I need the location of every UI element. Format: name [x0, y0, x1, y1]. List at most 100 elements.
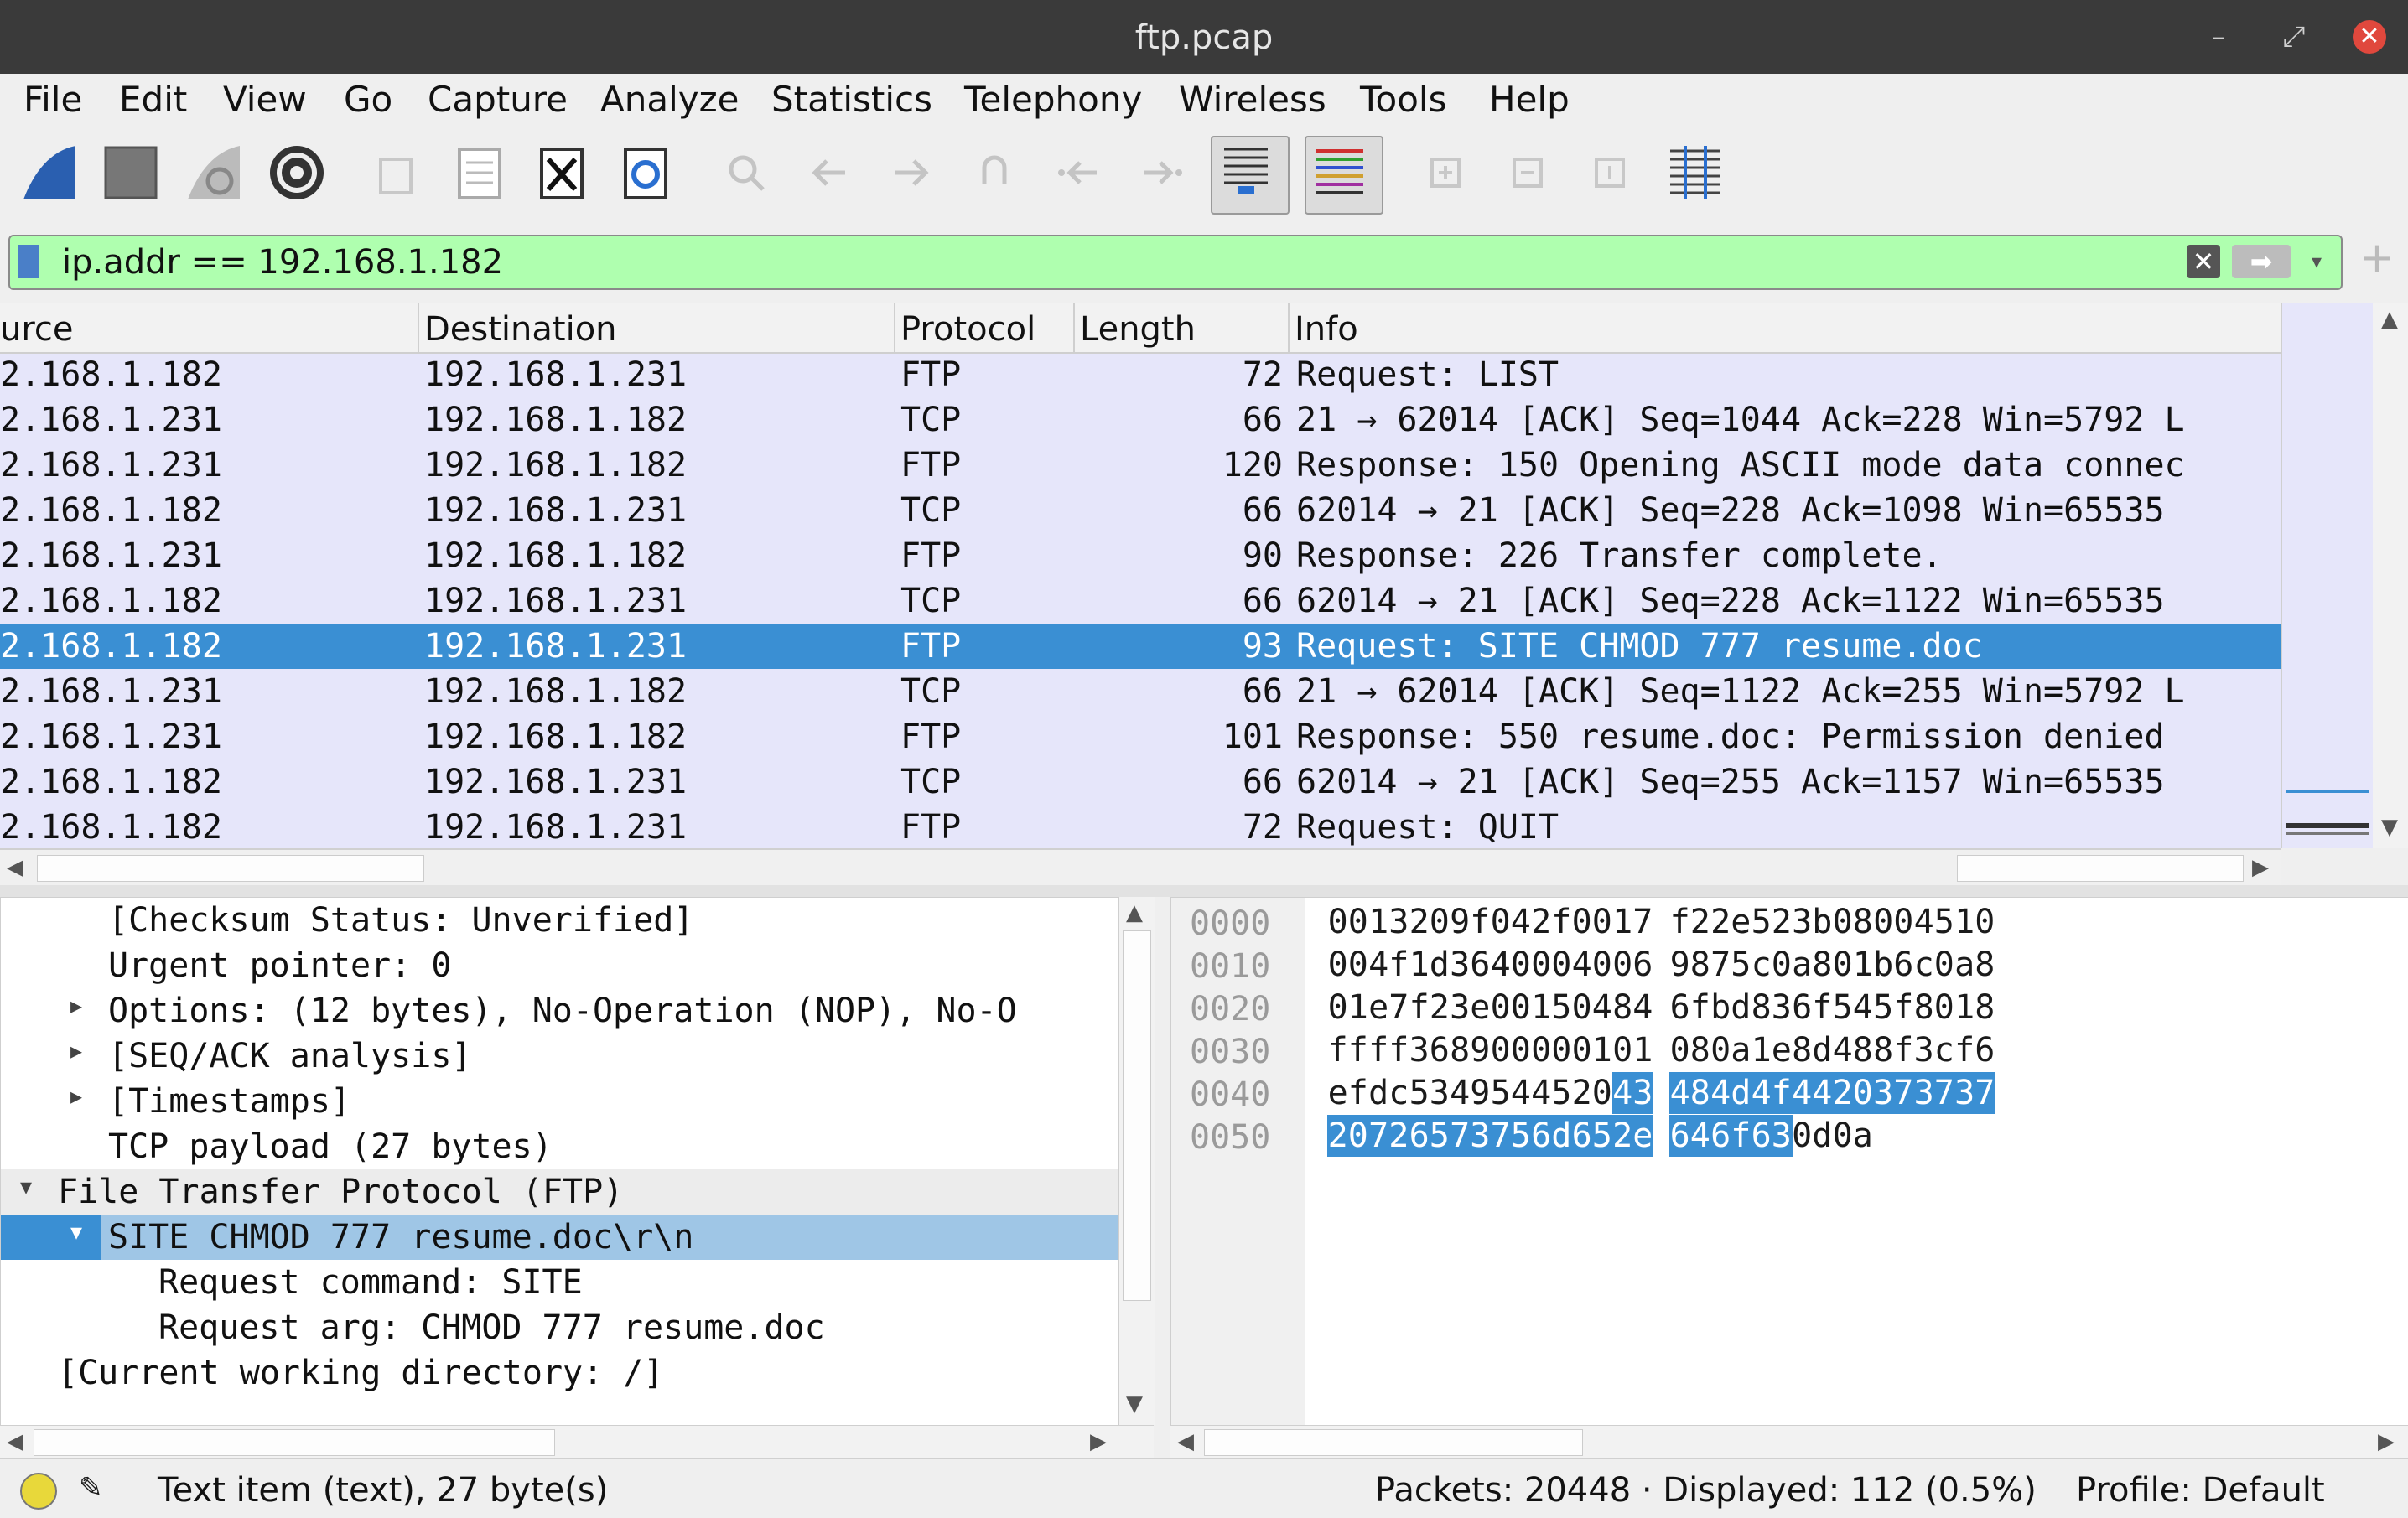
packet-row[interactable]: 2.168.1.182 192.168.1.231 TCP 66 62014 → 21 … [0, 578, 2281, 624]
auto-scroll-icon[interactable] [1211, 136, 1290, 215]
hex-byte[interactable]: 3b [1792, 901, 1834, 943]
start-capture-icon[interactable] [17, 139, 84, 206]
detail-ftp-request-line[interactable]: ▾ SITE CHMOD 777 resume.doc\r\n [1, 1215, 1119, 1260]
hex-byte[interactable]: 83 [1751, 987, 1793, 1028]
hex-byte[interactable]: c0 [1913, 944, 1955, 986]
hex-byte[interactable]: 48 [1832, 1029, 1874, 1071]
hex-byte[interactable]: 10 [1954, 901, 1996, 943]
hex-byte[interactable]: 13 [1368, 901, 1410, 943]
hex-byte[interactable]: 00 [1490, 987, 1532, 1028]
zoom-in-icon[interactable] [1412, 139, 1479, 206]
detail-timestamps[interactable]: ▸ [Timestamps] [1, 1079, 1119, 1124]
add-filter-button-plus-icon[interactable]: + [2356, 236, 2398, 278]
hex-byte[interactable]: 6f [1669, 987, 1711, 1028]
hex-byte[interactable]: a8 [1792, 944, 1834, 986]
hex-byte[interactable]: 80 [1913, 987, 1955, 1028]
menu-capture[interactable]: Capture [428, 79, 568, 120]
hex-byte[interactable]: 37 [1913, 1072, 1955, 1114]
last-packet-icon[interactable] [1129, 139, 1196, 206]
hex-byte[interactable]: 08 [1669, 1029, 1711, 1071]
hex-byte[interactable]: 2e [1611, 1115, 1653, 1157]
hex-byte[interactable]: 73 [1449, 1115, 1491, 1157]
hex-byte[interactable]: 4d [1710, 1072, 1752, 1114]
hex-byte[interactable]: bd [1710, 987, 1752, 1028]
details-vertical-scrollbar[interactable]: ▲ ▼ [1118, 897, 1155, 1425]
status-profile[interactable]: Profile: Default [2076, 1471, 2325, 1510]
hex-byte[interactable]: 75 [1490, 1115, 1532, 1157]
hex-byte[interactable]: f6 [1954, 1029, 1996, 1071]
hex-byte[interactable]: 3e [1450, 987, 1492, 1028]
clear-filter-icon[interactable]: ✕ [2187, 245, 2220, 278]
detail-options[interactable]: ▸ Options: (12 bytes), No-Operation (NOP)… [1, 988, 1119, 1034]
hex-byte[interactable]: 20 [1409, 901, 1451, 943]
hex-byte[interactable]: 00 [1873, 901, 1915, 943]
pane-splitter[interactable] [0, 885, 2408, 897]
packet-row[interactable]: 2.168.1.231 192.168.1.182 FTP 120 Response: … [0, 443, 2281, 488]
hex-byte[interactable]: 20 [1571, 1072, 1613, 1114]
detail-tcp-payload[interactable]: TCP payload (27 bytes) [1, 1124, 1119, 1169]
go-forward-icon[interactable] [877, 139, 944, 206]
hex-byte[interactable]: 64 [1669, 1115, 1711, 1157]
packet-row[interactable]: 2.168.1.182 192.168.1.231 TCP 66 62014 → 21 … [0, 488, 2281, 533]
packet-list-horizontal-scrollbar[interactable]: ◀ ▶ [0, 848, 2281, 887]
hex-byte[interactable]: 37 [1954, 1072, 1995, 1114]
zoom-out-icon[interactable] [1494, 139, 1561, 206]
packet-minimap[interactable] [2281, 303, 2374, 848]
detail-current-working-directory[interactable]: [Current working directory: /] [1, 1350, 1119, 1396]
hex-byte[interactable]: 00 [1327, 901, 1369, 943]
hex-byte[interactable]: 6f [1792, 987, 1834, 1028]
hex-byte[interactable]: 98 [1669, 944, 1711, 986]
expert-info-indicator-icon[interactable] [20, 1473, 57, 1510]
hex-byte[interactable]: ff [1327, 1029, 1369, 1071]
menu-file[interactable]: File [23, 79, 82, 120]
normal-size-icon[interactable] [1576, 139, 1643, 206]
packet-row[interactable]: 2.168.1.182 192.168.1.231 FTP 93 Request: SI… [0, 624, 2281, 669]
packet-row[interactable]: 2.168.1.231 192.168.1.182 FTP 101 Response: … [0, 714, 2281, 759]
hex-byte[interactable]: 63 [1751, 1115, 1793, 1157]
detail-request-command[interactable]: Request command: SITE [1, 1260, 1119, 1305]
hex-byte[interactable]: 37 [1872, 1072, 1914, 1114]
column-header-protocol[interactable]: Protocol [900, 310, 1035, 349]
column-header-source[interactable]: urce [0, 310, 74, 349]
hex-byte[interactable]: 6d [1530, 1115, 1572, 1157]
hex-byte[interactable]: 00 [1531, 1029, 1573, 1071]
expand-arrow-icon[interactable]: ▸ [60, 992, 93, 1019]
hex-byte[interactable]: 40 [1571, 944, 1613, 986]
hex-byte[interactable]: 04 [1490, 901, 1532, 943]
hex-byte[interactable]: 20 [1327, 1115, 1369, 1157]
apply-filter-arrow-icon[interactable]: ➡ [2232, 245, 2291, 278]
restart-capture-icon[interactable] [181, 139, 248, 206]
menu-view[interactable]: View [223, 79, 307, 120]
hex-byte[interactable]: 1e [1751, 1029, 1793, 1071]
hex-byte[interactable]: 00 [1531, 944, 1573, 986]
open-file-icon[interactable] [364, 139, 431, 206]
close-file-icon[interactable] [528, 139, 595, 206]
packet-row[interactable]: 2.168.1.182 192.168.1.231 TCP 66 62014 → 21 … [0, 759, 2281, 805]
detail-ftp-protocol[interactable]: ▾ File Transfer Protocol (FTP) [1, 1169, 1119, 1215]
hex-byte[interactable]: 2f [1531, 901, 1573, 943]
column-header-length[interactable]: Length [1080, 310, 1196, 349]
hex-byte[interactable]: e7 [1368, 987, 1410, 1028]
hex-byte[interactable]: 49 [1450, 1072, 1492, 1114]
packet-row[interactable]: 2.168.1.231 192.168.1.182 TCP 66 21 → 62014 … [0, 669, 2281, 714]
close-icon[interactable]: ✕ [2353, 20, 2386, 54]
hex-byte[interactable]: 2e [1710, 901, 1752, 943]
detail-urgent-pointer[interactable]: Urgent pointer: 0 [1, 943, 1119, 988]
hex-byte[interactable]: 65 [1409, 1115, 1451, 1157]
colorize-icon[interactable] [1305, 136, 1383, 215]
resize-columns-icon[interactable] [1662, 139, 1729, 206]
packet-row[interactable]: 2.168.1.182 192.168.1.231 FTP 72 Request: LI… [0, 352, 2281, 397]
stop-capture-icon[interactable] [97, 139, 164, 206]
menu-tools[interactable]: Tools [1360, 79, 1446, 120]
go-to-packet-icon[interactable] [961, 139, 1028, 206]
hex-byte[interactable]: 00 [1327, 944, 1369, 986]
hex-byte[interactable]: 54 [1832, 987, 1874, 1028]
hex-byte[interactable]: 72 [1367, 1115, 1409, 1157]
hex-byte[interactable]: c0 [1751, 944, 1793, 986]
hex-byte[interactable]: 0a [1832, 1115, 1874, 1157]
hex-byte[interactable]: 45 [1913, 901, 1955, 943]
hex-byte[interactable]: 08 [1832, 901, 1874, 943]
hex-byte[interactable]: 00 [1490, 1029, 1532, 1071]
edit-comment-pencil-icon[interactable]: ✎ [79, 1471, 112, 1505]
expand-arrow-icon[interactable]: ▸ [60, 1037, 93, 1065]
